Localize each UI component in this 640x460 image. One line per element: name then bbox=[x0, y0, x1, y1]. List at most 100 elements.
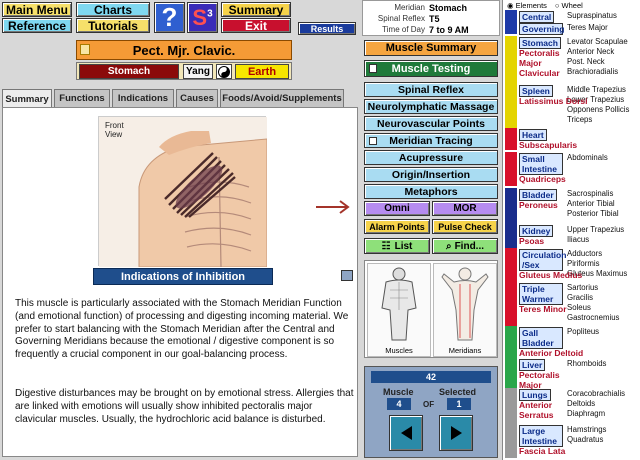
muscle-item[interactable]: Triceps bbox=[567, 115, 592, 124]
image-caption: Front View bbox=[105, 121, 124, 139]
summary-paragraph-2: Digestive disturbances may be brought on… bbox=[15, 388, 354, 425]
alarm-points-button[interactable]: Alarm Points bbox=[364, 219, 430, 234]
yin-yang-icon bbox=[216, 64, 232, 79]
main-menu-button[interactable]: Main Menu bbox=[2, 2, 72, 17]
tab-causes[interactable]: Causes bbox=[176, 89, 218, 107]
tab-foods[interactable]: Foods/Avoid/Supplements bbox=[220, 89, 344, 107]
muscle-item[interactable]: Sacrospinalis bbox=[567, 189, 613, 198]
muscle-item[interactable]: Teres Major bbox=[567, 23, 608, 32]
muscle-item-highlight[interactable]: Subscapularis bbox=[519, 140, 577, 150]
muscle-item[interactable]: Adductors bbox=[567, 249, 602, 258]
reference-button[interactable]: Reference bbox=[2, 18, 72, 33]
muscle-item-highlight[interactable]: Fascia Lata bbox=[519, 446, 565, 456]
find-button[interactable]: ⌕ Find... bbox=[432, 238, 498, 254]
meridian-group-button[interactable]: Gall Bladder bbox=[519, 327, 563, 349]
folder-icon[interactable] bbox=[80, 44, 90, 55]
muscle-item[interactable]: Hamstrings bbox=[567, 425, 606, 434]
tab-indications[interactable]: Indications bbox=[112, 89, 174, 107]
muscle-item[interactable]: Levator Scapulae bbox=[567, 37, 628, 46]
muscle-item[interactable]: Sartorius bbox=[567, 283, 598, 292]
list-icon: ☷ bbox=[381, 240, 391, 252]
muscle-item[interactable]: Abdominals bbox=[567, 153, 608, 162]
muscle-item[interactable]: Deltoids bbox=[567, 399, 595, 408]
muscle-item[interactable]: Diaphragm bbox=[567, 409, 605, 418]
muscle-item[interactable]: Opponens Pollicis bbox=[567, 105, 629, 114]
muscle-item[interactable]: Posterior Tibial bbox=[567, 209, 619, 218]
muscle-item[interactable]: Coracobrachialis bbox=[567, 389, 625, 398]
muscle-summary-button[interactable]: Muscle Summary bbox=[364, 40, 498, 56]
muscle-item-highlight[interactable]: Quadriceps bbox=[519, 174, 566, 184]
next-button[interactable] bbox=[439, 415, 473, 451]
spinal-reflex-button[interactable]: Spinal Reflex bbox=[364, 82, 498, 97]
info-box: Meridian Stomach Spinal Reflex T5 Time of … bbox=[362, 0, 500, 36]
radio-wheel-label: Wheel bbox=[561, 0, 583, 10]
muscle-item[interactable]: Popliteus bbox=[567, 327, 599, 336]
summary-button[interactable]: Summary bbox=[221, 2, 291, 17]
muscle-item[interactable]: Gastrocnemius bbox=[567, 313, 619, 322]
metaphors-button[interactable]: Metaphors bbox=[364, 184, 498, 199]
element-color-stripe bbox=[505, 128, 517, 150]
muscle-item[interactable]: Middle Trapezius bbox=[567, 85, 626, 94]
origin-insertion-button[interactable]: Origin/Insertion bbox=[364, 167, 498, 182]
meridian-value: Stomach bbox=[429, 2, 468, 13]
muscle-item[interactable]: Rhomboids bbox=[567, 359, 606, 368]
muscle-item[interactable]: Gracilis bbox=[567, 293, 593, 302]
summary-paragraph-1: This muscle is particularly associated w… bbox=[15, 298, 349, 361]
muscle-item-highlight[interactable]: Latissimus Dorsi bbox=[519, 96, 588, 106]
radio-wheel[interactable]: ○ Wheel bbox=[555, 1, 583, 10]
muscle-item[interactable]: Post. Neck bbox=[567, 57, 605, 66]
muscle-item[interactable]: Anterior Tibial bbox=[567, 199, 615, 208]
s3-button[interactable]: S3 bbox=[187, 2, 218, 33]
muscle-item[interactable]: Anterior Neck bbox=[567, 47, 614, 56]
arrow-right-icon bbox=[316, 200, 350, 214]
omni-button[interactable]: Omni bbox=[364, 201, 430, 216]
meridian-group-button[interactable]: Governing bbox=[519, 23, 565, 35]
expand-icon[interactable] bbox=[341, 270, 353, 281]
element-color-stripe bbox=[505, 188, 517, 226]
element-color-stripe bbox=[505, 424, 517, 458]
exit-button[interactable]: Exit bbox=[221, 18, 291, 33]
tab-functions[interactable]: Functions bbox=[54, 89, 110, 107]
muscle-group: Central Supraspinatus bbox=[505, 10, 639, 23]
muscle-item[interactable]: Iliacus bbox=[567, 235, 589, 244]
list-label: List bbox=[394, 240, 413, 252]
tab-bar: Summary Functions Indications Causes Foo… bbox=[2, 89, 358, 108]
help-button[interactable]: ? bbox=[154, 2, 185, 33]
radio-elements[interactable]: ◉ Elements bbox=[507, 1, 547, 10]
neurovascular-button[interactable]: Neurovascular Points bbox=[364, 116, 498, 131]
meridian-group-button[interactable]: Triple Warmer bbox=[519, 283, 563, 305]
charts-button[interactable]: Charts bbox=[76, 2, 150, 17]
muscle-item-highlight[interactable]: Anterior Deltoid bbox=[519, 348, 583, 358]
meridian-group-button[interactable]: Small Intestine bbox=[519, 153, 563, 175]
muscle-item-highlight[interactable]: Anterior Serratus bbox=[519, 400, 565, 420]
muscle-testing-button[interactable]: Muscle Testing bbox=[364, 60, 498, 77]
list-button[interactable]: ☷ List bbox=[364, 238, 430, 254]
muscle-item-highlight[interactable]: Peroneus bbox=[519, 200, 558, 210]
tab-summary[interactable]: Summary bbox=[2, 89, 52, 108]
previous-button[interactable] bbox=[389, 415, 423, 451]
pulse-check-button[interactable]: Pulse Check bbox=[432, 219, 498, 234]
muscle-item[interactable]: Quadratus bbox=[567, 435, 603, 444]
muscle-item[interactable]: Brachioradialis bbox=[567, 67, 618, 76]
muscle-item-highlight[interactable]: Pectoralis Major Clavicular bbox=[519, 48, 565, 78]
neurolymphatic-button[interactable]: Neurolymphatic Massage bbox=[364, 99, 498, 114]
muscle-item[interactable]: Soleus bbox=[567, 303, 591, 312]
muscle-item-highlight[interactable]: Psoas bbox=[519, 236, 544, 246]
meridian-group-button[interactable]: Large Intestine bbox=[519, 425, 563, 447]
meridian-tracing-button[interactable]: Meridian Tracing bbox=[364, 133, 498, 148]
mor-button[interactable]: MOR bbox=[432, 201, 498, 216]
tutorials-button[interactable]: Tutorials bbox=[76, 18, 150, 33]
element-color-stripe bbox=[505, 22, 517, 34]
acupressure-button[interactable]: Acupressure bbox=[364, 150, 498, 165]
element-color-stripe bbox=[505, 224, 517, 248]
meridian-group-button[interactable]: Circulation /Sex bbox=[519, 249, 566, 271]
muscle-item[interactable]: Supraspinatus bbox=[567, 11, 617, 20]
muscle-item-highlight[interactable]: Teres Minor bbox=[519, 304, 567, 314]
s3-icon: S3 bbox=[192, 4, 213, 30]
muscle-item-highlight[interactable]: Gluteus Medius bbox=[519, 270, 582, 280]
muscle-item[interactable]: Piriformis bbox=[567, 259, 600, 268]
muscles-figure[interactable]: Muscles bbox=[367, 263, 431, 357]
muscle-item[interactable]: Upper Trapezius bbox=[567, 225, 624, 234]
meridians-figure[interactable]: Meridians bbox=[433, 263, 497, 357]
results-button[interactable]: Results bbox=[298, 22, 356, 35]
